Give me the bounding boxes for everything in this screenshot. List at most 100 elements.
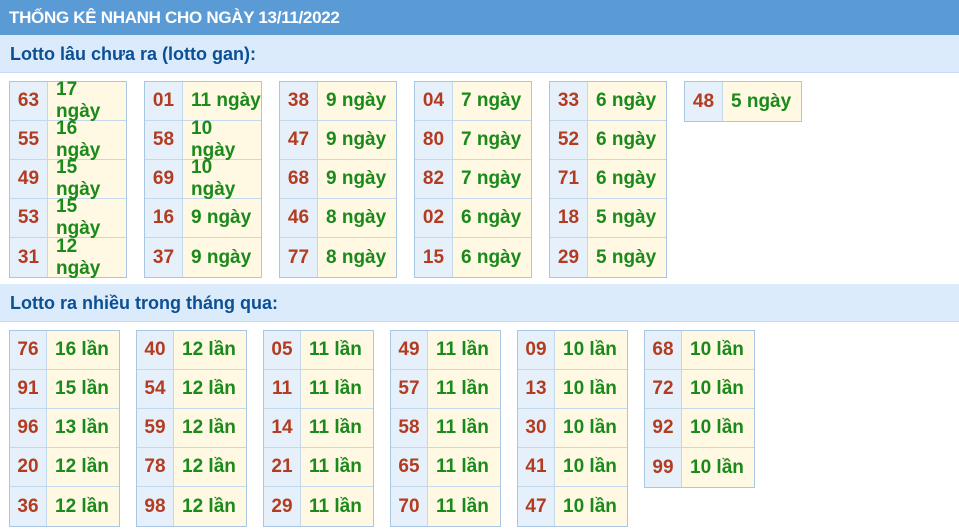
stat-row: 09 10 lần bbox=[518, 331, 627, 370]
lotto-number: 91 bbox=[10, 370, 47, 408]
lotto-count: 15 ngày bbox=[48, 196, 126, 239]
stat-row: 41 10 lần bbox=[518, 448, 627, 487]
lotto-count: 11 lần bbox=[428, 331, 500, 369]
lotto-count: 10 lần bbox=[555, 331, 627, 369]
lotto-count: 10 ngày bbox=[183, 118, 261, 161]
stat-row: 38 9 ngày bbox=[280, 82, 396, 121]
lotto-number: 99 bbox=[645, 448, 682, 487]
stat-row: 96 13 lần bbox=[10, 409, 119, 448]
stat-row: 05 11 lần bbox=[264, 331, 373, 370]
stat-group: 40 12 lần 54 12 lần 59 12 lần 78 12 lần 98 12 lần bbox=[136, 330, 247, 527]
stat-row: 15 6 ngày bbox=[415, 238, 531, 277]
stat-row: 82 7 ngày bbox=[415, 160, 531, 199]
lotto-count: 12 lần bbox=[174, 487, 246, 526]
stat-row: 30 10 lần bbox=[518, 409, 627, 448]
stat-row: 14 11 lần bbox=[264, 409, 373, 448]
stat-row: 29 5 ngày bbox=[550, 238, 666, 277]
lotto-count: 11 lần bbox=[301, 370, 373, 408]
lotto-count: 6 ngày bbox=[588, 82, 666, 120]
lotto-number: 96 bbox=[10, 409, 47, 447]
lotto-number: 49 bbox=[391, 331, 428, 369]
lotto-number: 11 bbox=[264, 370, 301, 408]
stat-row: 37 9 ngày bbox=[145, 238, 261, 277]
lotto-count: 11 lần bbox=[301, 331, 373, 369]
lotto-number: 29 bbox=[550, 238, 588, 277]
stat-row: 54 12 lần bbox=[137, 370, 246, 409]
stat-row: 59 12 lần bbox=[137, 409, 246, 448]
lotto-number: 20 bbox=[10, 448, 47, 486]
lotto-number: 15 bbox=[415, 238, 453, 277]
lotto-count: 12 lần bbox=[47, 487, 119, 526]
lotto-number: 57 bbox=[391, 370, 428, 408]
lotto-number: 63 bbox=[10, 82, 48, 120]
lotto-number: 47 bbox=[280, 121, 318, 159]
lotto-count: 12 lần bbox=[174, 448, 246, 486]
lotto-count: 16 ngày bbox=[48, 118, 126, 161]
lotto-count: 10 lần bbox=[682, 370, 754, 408]
lotto-number: 58 bbox=[145, 121, 183, 159]
page-title: THỐNG KÊ NHANH CHO NGÀY 13/11/2022 bbox=[0, 0, 959, 35]
stat-row: 13 10 lần bbox=[518, 370, 627, 409]
stat-row: 33 6 ngày bbox=[550, 82, 666, 121]
lotto-number: 13 bbox=[518, 370, 555, 408]
stat-row: 98 12 lần bbox=[137, 487, 246, 526]
lotto-count: 12 lần bbox=[47, 448, 119, 486]
lotto-number: 54 bbox=[137, 370, 174, 408]
lotto-number: 70 bbox=[391, 487, 428, 526]
lotto-number: 46 bbox=[280, 199, 318, 237]
lotto-count: 11 lần bbox=[428, 448, 500, 486]
lotto-number: 48 bbox=[685, 82, 723, 121]
stat-row: 70 11 lần bbox=[391, 487, 500, 526]
lotto-number: 76 bbox=[10, 331, 47, 369]
lotto-count: 10 lần bbox=[555, 409, 627, 447]
stat-row: 69 10 ngày bbox=[145, 157, 261, 200]
stat-row: 80 7 ngày bbox=[415, 121, 531, 160]
lotto-number: 68 bbox=[280, 160, 318, 198]
lotto-number: 58 bbox=[391, 409, 428, 447]
lotto-number: 29 bbox=[264, 487, 301, 526]
lotto-number: 72 bbox=[645, 370, 682, 408]
lotto-count: 6 ngày bbox=[588, 121, 666, 159]
lotto-count: 11 lần bbox=[428, 370, 500, 408]
stat-row: 77 8 ngày bbox=[280, 238, 396, 277]
lotto-number: 33 bbox=[550, 82, 588, 120]
lotto-number: 69 bbox=[145, 160, 183, 198]
lotto-number: 82 bbox=[415, 160, 453, 198]
stat-group: 04 7 ngày 80 7 ngày 82 7 ngày 02 6 ngày 15 6 ngày bbox=[414, 81, 532, 278]
stat-row: 01 11 ngày bbox=[145, 82, 261, 121]
lotto-number: 80 bbox=[415, 121, 453, 159]
lotto-count: 12 ngày bbox=[48, 236, 126, 279]
stat-group: 38 9 ngày 47 9 ngày 68 9 ngày 46 8 ngày 77 8 ngày bbox=[279, 81, 397, 278]
stat-row: 16 9 ngày bbox=[145, 199, 261, 238]
stat-row: 20 12 lần bbox=[10, 448, 119, 487]
lotto-count: 9 ngày bbox=[318, 160, 396, 198]
lotto-count: 16 lần bbox=[47, 331, 119, 369]
stat-row: 58 11 lần bbox=[391, 409, 500, 448]
lotto-count: 7 ngày bbox=[453, 121, 531, 159]
lotto-number: 02 bbox=[415, 199, 453, 237]
stat-row: 68 10 lần bbox=[645, 331, 754, 370]
section-lotto-gan: Lotto lâu chưa ra (lotto gan): 63 17 ngày… bbox=[0, 35, 959, 284]
lotto-number: 16 bbox=[145, 199, 183, 237]
stat-row: 65 11 lần bbox=[391, 448, 500, 487]
lotto-count: 11 lần bbox=[301, 448, 373, 486]
lotto-count: 15 ngày bbox=[48, 157, 126, 200]
stat-row: 40 12 lần bbox=[137, 331, 246, 370]
lotto-count: 15 lần bbox=[47, 370, 119, 408]
stat-group: 63 17 ngày 55 16 ngày 49 15 ngày 53 15 ngày 31 12… bbox=[9, 79, 127, 279]
lotto-number: 21 bbox=[264, 448, 301, 486]
lotto-count: 10 ngày bbox=[183, 157, 261, 200]
stat-group: 49 11 lần 57 11 lần 58 11 lần 65 11 lần 70 11 lần bbox=[390, 330, 501, 527]
lotto-number: 52 bbox=[550, 121, 588, 159]
lotto-count: 5 ngày bbox=[723, 82, 801, 121]
lotto-number: 40 bbox=[137, 331, 174, 369]
lotto-number: 04 bbox=[415, 82, 453, 120]
stat-row: 72 10 lần bbox=[645, 370, 754, 409]
stat-row: 55 16 ngày bbox=[10, 118, 126, 161]
lotto-count: 9 ngày bbox=[183, 238, 261, 277]
lotto-count: 7 ngày bbox=[453, 82, 531, 120]
stat-row: 92 10 lần bbox=[645, 409, 754, 448]
stat-row: 99 10 lần bbox=[645, 448, 754, 487]
stat-row: 49 11 lần bbox=[391, 331, 500, 370]
stat-row: 49 15 ngày bbox=[10, 157, 126, 200]
